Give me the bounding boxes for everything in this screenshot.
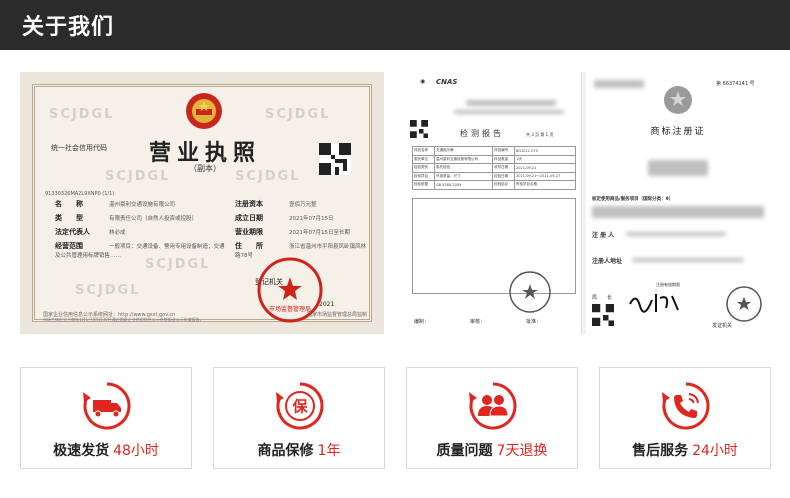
- table-row: 检验依据 GB 5768-2009 检验结论 所检项目合格: [412, 180, 576, 190]
- trademark-certificate-page: 第 66374141 号 商标注册证 核定使用商品/服务项目（国际分类：9） 注…: [586, 72, 770, 334]
- service-highlight: 24小时: [692, 443, 738, 459]
- watermark: SCJDGL: [75, 283, 141, 298]
- license-row-capital: 注册资本 壹佰万元整: [235, 200, 317, 208]
- report-logo-icon: ◉: [420, 78, 426, 85]
- license-row-name: 名 称温州豪利交通设施有限公司: [55, 200, 176, 208]
- license-row-scope: 经营范围 一般项目：交通设备、警用专用设备制造；交通及公共管理用标牌销售……: [55, 242, 225, 259]
- qr-code-icon: [319, 143, 351, 175]
- blurred-text: [626, 232, 726, 236]
- license-row-legal-rep: 法定代表人 林必成: [55, 228, 126, 236]
- service-label: 商品保修 1年: [214, 440, 384, 460]
- watermark: SCJDGL: [145, 257, 211, 272]
- report-signer-1: 编制：: [414, 319, 430, 325]
- cnas-mark: CNAS: [436, 78, 458, 86]
- section-header: 关于我们: [0, 0, 790, 50]
- service-card-shipping: 极速发货 48小时: [20, 367, 192, 469]
- license-row-term: 营业期限 2021年07月15日至长期: [235, 228, 350, 236]
- license-frame: SCJDGL SCJDGL SCJDGL SCJDGL SCJDGL SCJDG…: [32, 84, 372, 323]
- section-title: 关于我们: [22, 15, 115, 40]
- national-emblem-icon: [664, 86, 692, 114]
- report-page-no: 共 3 页 第 1 页: [526, 132, 554, 137]
- table-row: 委托单位 温州豪利交通设施有限公司 样品数量 1块: [412, 154, 576, 164]
- blurred-logo: [594, 80, 644, 88]
- service-label: 质量问题 7天退换: [407, 440, 577, 460]
- license-row-founded: 成立日期 2021年07月15日: [235, 214, 334, 222]
- service-card-warranty: 保 商品保修 1年: [213, 367, 385, 469]
- table-row: 检验项目 外观质量、尺寸 检验日期 2021-09-21～2021-09-27: [412, 171, 576, 181]
- service-name: 质量问题: [436, 443, 493, 459]
- service-card-support: 售后服务 24小时: [599, 367, 771, 469]
- trademark-address-label: 注册人地址: [592, 258, 623, 265]
- license-footer-right: 国家市场监督管理总局监制: [306, 312, 367, 318]
- service-highlight: 7天退换: [496, 443, 548, 459]
- qr-code-icon: [410, 120, 428, 138]
- license-footer-mid: 市场主体应当于每年1月1日至6月30日通过国家企业信用信息公示系统报送公示年度报…: [43, 317, 204, 322]
- report-title: 检测报告: [460, 129, 504, 138]
- license-subtitle: （副本）: [189, 164, 221, 173]
- trademark-validity: 注册有效期限: [656, 282, 680, 287]
- trademark-director: 局 长: [592, 295, 613, 301]
- credit-code-value: 91330326MA2L9XNP0 (1/1): [45, 191, 115, 197]
- credit-code-label: 统一社会信用代码: [51, 144, 107, 152]
- national-emblem-icon: [186, 93, 222, 129]
- official-seal-icon: [726, 286, 762, 322]
- report-seal-icon: [509, 271, 551, 313]
- phone-icon: [662, 382, 710, 430]
- blurred-trademark: [648, 160, 708, 176]
- service-highlight: 48小时: [113, 443, 159, 459]
- blurred-text: [592, 206, 764, 218]
- certificates-image: ◉ CNAS 检测报告 共 3 页 第 1 页 样品名称 交通指示牌 样品编号 BG2…: [406, 72, 770, 334]
- service-highlight: 1年: [317, 443, 341, 459]
- truck-icon: [83, 382, 131, 430]
- trademark-number: 第 66374141 号: [716, 81, 755, 87]
- business-license-image: SCJDGL SCJDGL SCJDGL SCJDGL SCJDGL SCJDG…: [20, 72, 384, 334]
- qr-code-icon: [592, 304, 614, 326]
- watermark: SCJDGL: [49, 107, 115, 122]
- trademark-service: 核定使用商品/服务项目（国际分类：9）: [592, 197, 674, 202]
- license-row-type: 类 型有限责任公司（自然人投资或控股）: [55, 214, 198, 222]
- warranty-icon: 保: [276, 382, 324, 430]
- table-row: 样品名称 交通指示牌 样品编号 BG2021-075: [412, 146, 576, 156]
- return-icon: [469, 382, 517, 430]
- trademark-registrant-label: 注 册 人: [592, 232, 615, 239]
- report-signer-3: 批准：: [526, 319, 542, 325]
- blurred-text: [454, 110, 564, 114]
- watermark: SCJDGL: [265, 107, 331, 122]
- blurred-text: [466, 100, 556, 106]
- trademark-authority: 发证机关: [712, 323, 733, 329]
- service-label: 售后服务 24小时: [600, 440, 770, 460]
- service-name: 极速发货: [53, 443, 110, 459]
- service-name: 商品保修: [257, 443, 314, 459]
- report-signer-2: 审核：: [470, 319, 486, 325]
- trademark-title: 商标注册证: [650, 127, 706, 137]
- service-label: 极速发货 48小时: [21, 440, 191, 460]
- report-table: 样品名称 交通指示牌 样品编号 BG2021-075 委托单位 温州豪利交通设施有限公司…: [412, 146, 576, 190]
- svg-text:保: 保: [291, 398, 308, 416]
- signature-icon: [629, 294, 679, 313]
- service-card-return: 质量问题 7天退换: [406, 367, 578, 469]
- service-name: 售后服务: [632, 443, 689, 459]
- inspection-report-page: ◉ CNAS 检测报告 共 3 页 第 1 页 样品名称 交通指示牌 样品编号 BG2…: [406, 72, 582, 334]
- table-row: 检验类别 委托检验 收样日期 2021-09-21: [412, 163, 576, 173]
- blurred-text: [632, 258, 744, 262]
